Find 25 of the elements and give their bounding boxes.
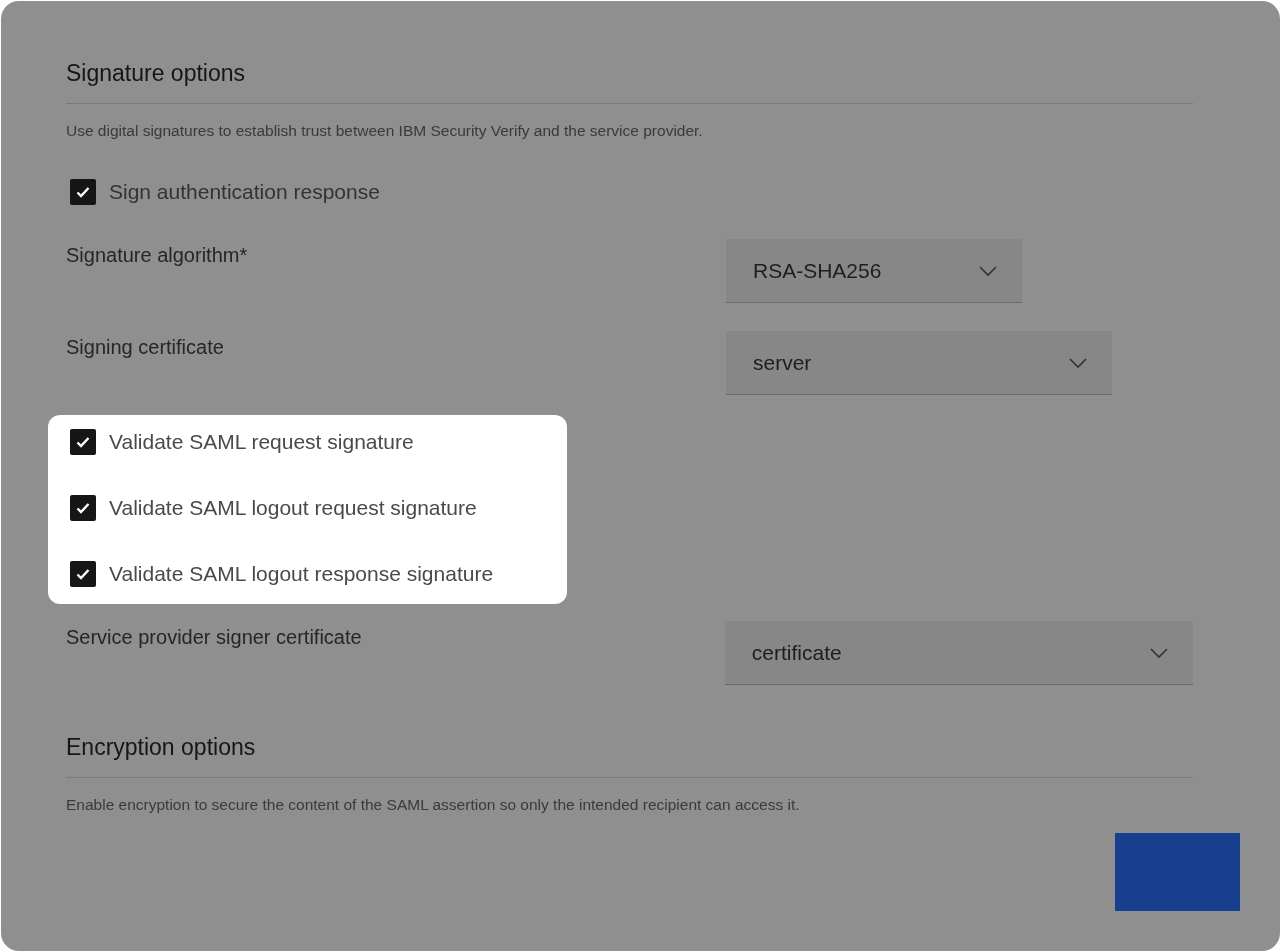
checkbox-label: Validate SAML request signature [109, 430, 414, 454]
checkbox[interactable] [70, 561, 96, 587]
checkbox[interactable] [70, 179, 96, 205]
chevron-down-icon [1068, 356, 1088, 369]
checkbox[interactable] [70, 495, 96, 521]
checkbox-label: Sign authentication response [109, 180, 380, 204]
field-label: Service provider signer certificate [66, 625, 363, 650]
checkmark-icon [75, 434, 91, 450]
section-title: Encryption options [66, 727, 1193, 778]
section-description: Enable encryption to secure the content of the SAML assertion so only the intended recipient can access it. [66, 795, 801, 815]
field-label: Signature algorithm* [66, 243, 249, 268]
checkbox[interactable] [70, 429, 96, 455]
checkmark-icon [75, 500, 91, 516]
checkbox-label: Validate SAML logout response signature [109, 562, 494, 586]
checkbox-label: Validate SAML logout request signature [109, 496, 477, 520]
checkmark-icon [75, 566, 91, 582]
field-label: Signing certificate [66, 335, 225, 360]
dropdown[interactable]: server [726, 331, 1112, 395]
section-title: Signature options [66, 53, 1193, 104]
checkmark-icon [75, 184, 91, 200]
dropdown[interactable]: RSA-SHA256 [726, 239, 1022, 303]
dropdown[interactable]: certificate [724, 621, 1193, 685]
chevron-down-icon [1149, 646, 1169, 659]
section-description: Use digital signatures to establish trust between IBM Security Verify and the service provider. [66, 121, 704, 141]
chevron-down-icon [978, 264, 998, 277]
